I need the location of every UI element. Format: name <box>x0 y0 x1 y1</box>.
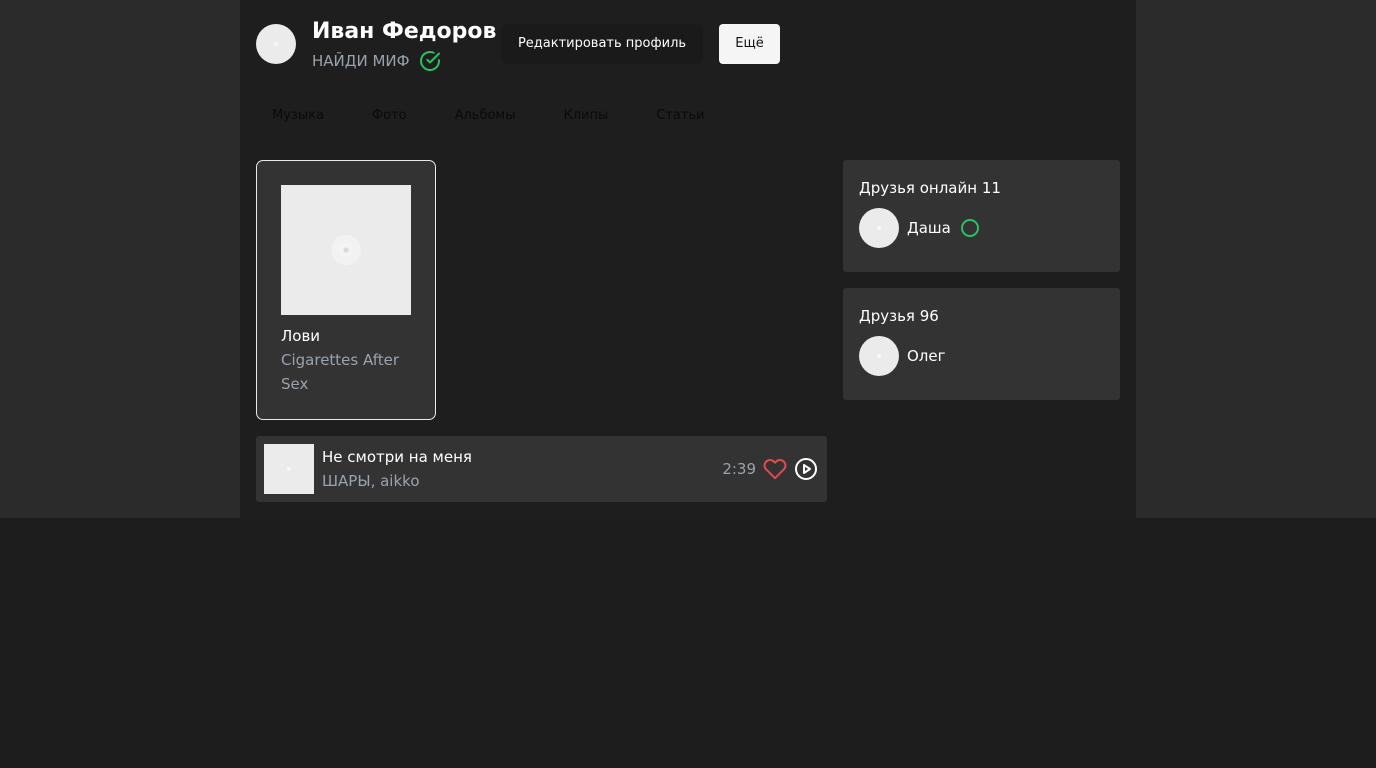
profile-status: НАЙДИ МИФ <box>312 49 442 73</box>
friends-title[interactable]: Друзья 96 <box>859 304 939 328</box>
tab-clips[interactable]: Клипы <box>547 100 624 132</box>
loading-spinner-icon <box>331 235 361 265</box>
avatar-placeholder-dot <box>877 226 881 230</box>
friend-item[interactable]: Даша <box>859 208 979 248</box>
heart-icon[interactable] <box>763 457 787 481</box>
more-button[interactable]: Ещё <box>719 24 780 64</box>
tab-photo[interactable]: Фото <box>356 100 423 132</box>
status-text: НАЙДИ МИФ <box>312 52 410 70</box>
friend-name: Олег <box>907 347 946 365</box>
tab-music[interactable]: Музыка <box>256 100 340 132</box>
friend-name: Даша <box>907 219 951 237</box>
album-card[interactable]: Лови Cigarettes After Sex <box>256 160 436 420</box>
profile-page: Иван Федоров НАЙДИ МИФ Редактировать про… <box>240 0 1136 518</box>
album-title: Лови <box>281 327 321 345</box>
check-circle-icon <box>419 51 440 71</box>
avatar-placeholder-dot <box>274 42 278 46</box>
profile-tabs: Музыка Фото Альбомы Клипы Статьи <box>256 100 737 132</box>
album-artist: Cigarettes After Sex <box>281 351 400 393</box>
play-circle-icon[interactable] <box>794 457 818 481</box>
profile-name: Иван Федоров <box>312 19 497 44</box>
cover-placeholder-dot <box>287 467 291 471</box>
track-cover <box>264 444 314 494</box>
avatar-placeholder-dot <box>877 354 881 358</box>
friend-item[interactable]: Олег <box>859 336 946 376</box>
tab-articles[interactable]: Статьи <box>640 100 720 132</box>
profile-avatar[interactable] <box>256 24 296 64</box>
friends-online-title[interactable]: Друзья онлайн 11 <box>859 176 1001 200</box>
friend-avatar <box>859 208 899 248</box>
track-row[interactable]: Не смотри на меня ШАРЫ, aikko 2:39 <box>256 436 827 502</box>
album-cover <box>281 185 411 315</box>
tab-albums[interactable]: Альбомы <box>439 100 532 132</box>
friends-panel: Друзья 96 Олег <box>843 288 1120 400</box>
friends-online-panel: Друзья онлайн 11 Даша <box>843 160 1120 272</box>
edit-profile-button[interactable]: Редактировать профиль <box>501 24 703 64</box>
track-title: Не смотри на меня <box>322 448 472 466</box>
track-duration: 2:39 <box>722 460 756 478</box>
online-status-icon <box>960 219 979 237</box>
track-artist: ШАРЫ, aikko <box>322 472 420 490</box>
friend-avatar <box>859 336 899 376</box>
